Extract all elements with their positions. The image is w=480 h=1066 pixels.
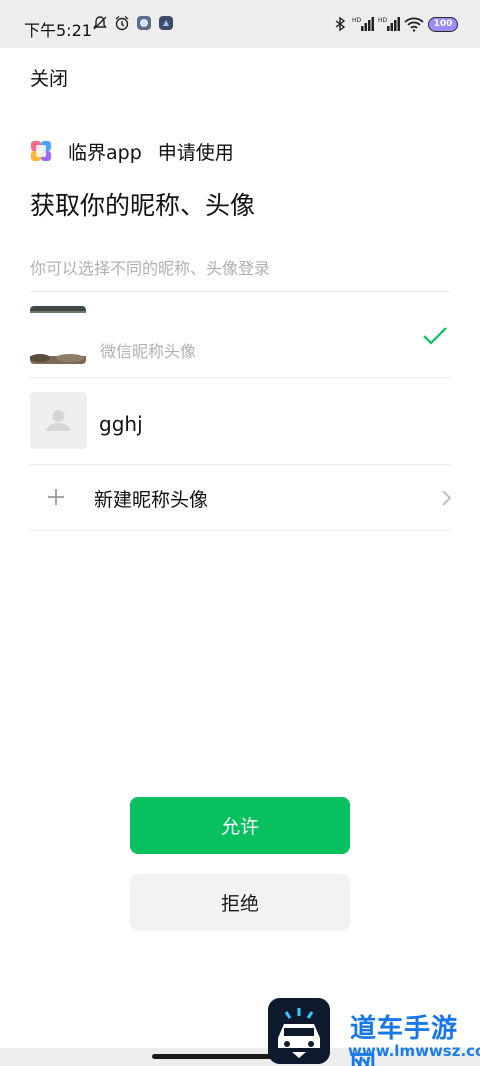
hd-signal-icon: HD — [352, 17, 374, 31]
default-avatar-icon — [30, 392, 87, 449]
hd-signal-icon-2: HD — [378, 17, 400, 31]
mute-bell-icon — [93, 16, 107, 30]
status-icons-right: HD HD 100 — [332, 16, 458, 32]
authorization-sheet: 关闭 临界app 申请使用 获取你的昵称、头像 你可以选择不同的昵称、头像登录 … — [0, 48, 480, 1048]
close-button[interactable]: 关闭 — [30, 64, 68, 91]
new-profile-row[interactable]: 新建昵称头像 — [0, 465, 480, 530]
status-bar: 下午5:21 HD HD 100 — [0, 0, 480, 48]
watermark-logo-icon — [268, 998, 330, 1064]
deny-button[interactable]: 拒绝 — [130, 874, 350, 931]
alarm-icon — [115, 15, 129, 31]
app-notification-icon-2 — [159, 16, 173, 30]
chevron-right-icon — [442, 490, 452, 506]
svg-text:HD: HD — [378, 17, 388, 24]
app-logo-icon — [30, 140, 52, 162]
page-subtitle: 你可以选择不同的昵称、头像登录 — [30, 259, 271, 278]
new-profile-label: 新建昵称头像 — [94, 489, 209, 511]
check-icon — [423, 327, 447, 345]
page-title: 获取你的昵称、头像 — [30, 191, 256, 220]
wechat-avatar-image — [30, 306, 86, 364]
app-name: 临界app — [68, 141, 142, 164]
allow-button[interactable]: 允许 — [130, 797, 350, 854]
status-icons-left — [92, 15, 174, 31]
app-request-row: 临界app 申请使用 — [30, 138, 234, 164]
wifi-icon — [404, 17, 424, 32]
plus-icon — [48, 489, 64, 505]
app-request-text: 申请使用 — [157, 141, 234, 164]
profile-option-wechat[interactable]: 微信昵称头像 — [0, 292, 480, 377]
watermark: 道车手游网 www.lmwwsz.com — [268, 998, 480, 1066]
profile-option-gghj[interactable]: gghj — [0, 378, 480, 464]
wechat-profile-label: 微信昵称头像 — [100, 342, 197, 361]
watermark-url: www.lmwwsz.com — [348, 1042, 480, 1060]
app-notification-icon — [137, 16, 151, 30]
status-time: 下午5:21 — [24, 21, 92, 40]
battery-icon: 100 — [428, 16, 458, 32]
svg-text:HD: HD — [352, 17, 362, 24]
divider — [30, 530, 450, 531]
profile-name: gghj — [99, 412, 143, 436]
bluetooth-icon — [335, 16, 346, 32]
